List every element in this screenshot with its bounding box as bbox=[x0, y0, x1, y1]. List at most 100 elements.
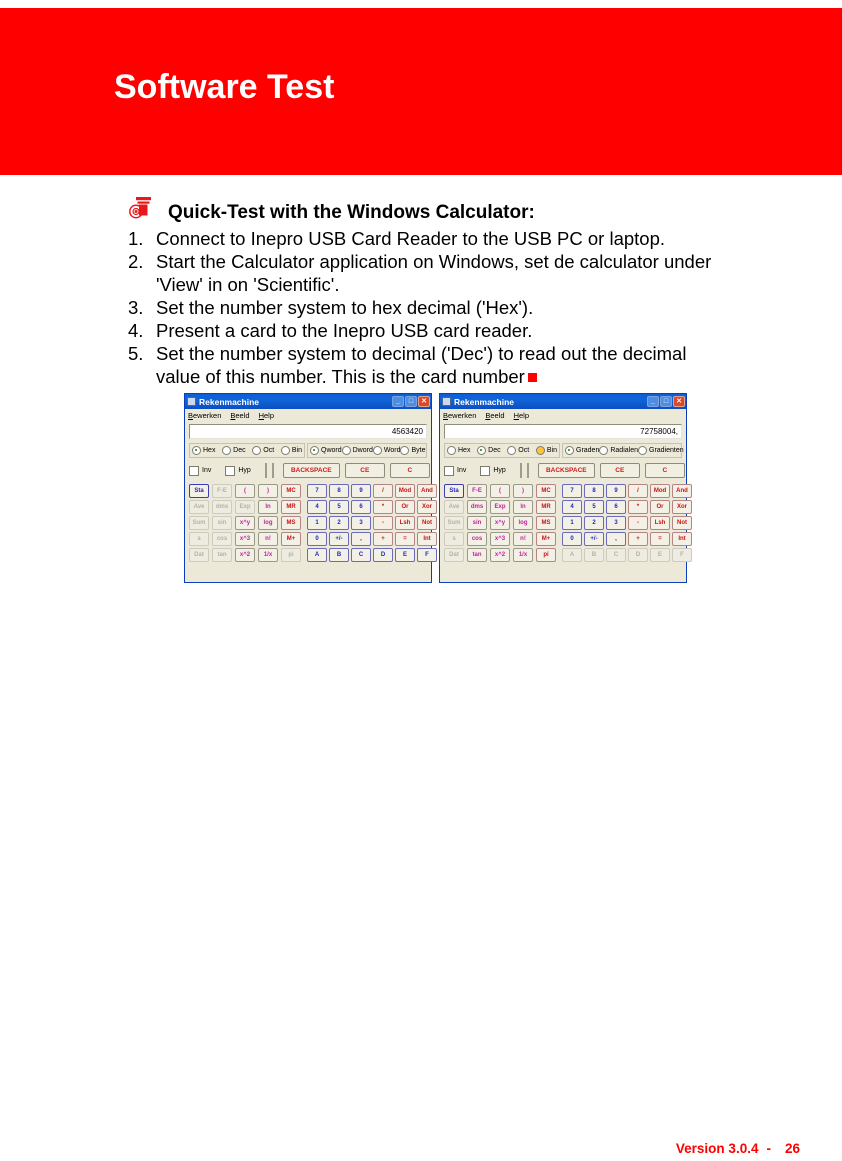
menu-item-beeld[interactable]: Beeld bbox=[485, 411, 504, 420]
calc-key-x-2[interactable]: x^2 bbox=[490, 548, 510, 562]
calc-key-int[interactable]: Int bbox=[417, 532, 437, 546]
calc-key-ms[interactable]: MS bbox=[281, 516, 301, 530]
calc-key-4[interactable]: 4 bbox=[562, 500, 582, 514]
radio-base-hex[interactable]: Hex bbox=[447, 446, 470, 455]
calc-key-[interactable]: , bbox=[351, 532, 371, 546]
calc-key-2[interactable]: 2 bbox=[329, 516, 349, 530]
calc-key-5[interactable]: 5 bbox=[329, 500, 349, 514]
minimize-button[interactable]: _ bbox=[647, 396, 659, 407]
calc-key-1[interactable]: 1 bbox=[562, 516, 582, 530]
calc-key-xor[interactable]: Xor bbox=[672, 500, 692, 514]
maximize-button[interactable]: □ bbox=[660, 396, 672, 407]
radio-base-dec[interactable]: Dec bbox=[222, 446, 246, 455]
c-button[interactable]: C bbox=[389, 463, 430, 478]
calc-key-f-e[interactable]: F-E bbox=[467, 484, 487, 498]
calc-key-mr[interactable]: MR bbox=[281, 500, 301, 514]
calc-key-m[interactable]: M+ bbox=[281, 532, 301, 546]
calc-key-pi[interactable]: pi bbox=[536, 548, 556, 562]
calc-key-mr[interactable]: MR bbox=[536, 500, 556, 514]
calc-key-lsh[interactable]: Lsh bbox=[395, 516, 415, 530]
calc-key-sta[interactable]: Sta bbox=[444, 484, 464, 498]
calc-key-3[interactable]: 3 bbox=[351, 516, 371, 530]
calc-key-and[interactable]: And bbox=[672, 484, 692, 498]
radio-mode-qword[interactable]: Qword bbox=[310, 446, 342, 455]
radio-base-hex[interactable]: Hex bbox=[192, 446, 215, 455]
radio-mode-dword[interactable]: Dword bbox=[341, 446, 373, 455]
menu-item-help[interactable]: Help bbox=[259, 411, 274, 420]
calc-key-1-x[interactable]: 1/x bbox=[513, 548, 533, 562]
calc-key-mod[interactable]: Mod bbox=[650, 484, 670, 498]
calc-key-7[interactable]: 7 bbox=[562, 484, 582, 498]
menu-item-beeld[interactable]: Beeld bbox=[230, 411, 249, 420]
calculator-titlebar[interactable]: Rekenmachine _ □ ✕ bbox=[440, 394, 686, 409]
calc-key-exp[interactable]: Exp bbox=[490, 500, 510, 514]
menu-item-bewerken[interactable]: Bewerken bbox=[443, 411, 476, 420]
calc-key-n[interactable]: n! bbox=[513, 532, 533, 546]
calc-key-xor[interactable]: Xor bbox=[417, 500, 437, 514]
radio-base-bin[interactable]: Bin bbox=[280, 446, 302, 455]
calc-key-mc[interactable]: MC bbox=[536, 484, 556, 498]
calc-key-[interactable]: +/- bbox=[329, 532, 349, 546]
calc-key-[interactable]: + bbox=[628, 532, 648, 546]
minimize-button[interactable]: _ bbox=[392, 396, 404, 407]
ce-button[interactable]: CE bbox=[344, 463, 385, 478]
calculator-window-hex[interactable]: Rekenmachine _ □ ✕ Bewerken Beeld Help 4563420 H… bbox=[184, 393, 437, 583]
calc-key-[interactable]: , bbox=[606, 532, 626, 546]
calc-key-ln[interactable]: ln bbox=[513, 500, 533, 514]
radio-base-bin[interactable]: Bin bbox=[535, 446, 557, 455]
calc-key-6[interactable]: 6 bbox=[606, 500, 626, 514]
calc-key-x-3[interactable]: x^3 bbox=[235, 532, 255, 546]
calculator-titlebar[interactable]: Rekenmachine _ □ ✕ bbox=[185, 394, 431, 409]
calc-key-5[interactable]: 5 bbox=[584, 500, 604, 514]
calc-key-f[interactable]: F bbox=[417, 548, 437, 562]
calc-key-0[interactable]: 0 bbox=[307, 532, 327, 546]
maximize-button[interactable]: □ bbox=[405, 396, 417, 407]
c-button[interactable]: C bbox=[644, 463, 685, 478]
menu-item-help[interactable]: Help bbox=[514, 411, 529, 420]
calc-key-[interactable]: ) bbox=[258, 484, 278, 498]
calc-key-int[interactable]: Int bbox=[672, 532, 692, 546]
calc-key-b[interactable]: B bbox=[329, 548, 349, 562]
radio-base-dec[interactable]: Dec bbox=[477, 446, 501, 455]
calc-key-[interactable]: / bbox=[628, 484, 648, 498]
calc-key-0[interactable]: 0 bbox=[562, 532, 582, 546]
calc-key-[interactable]: = bbox=[650, 532, 670, 546]
calc-key-4[interactable]: 4 bbox=[307, 500, 327, 514]
calc-key-[interactable]: ( bbox=[490, 484, 510, 498]
calc-key-mod[interactable]: Mod bbox=[395, 484, 415, 498]
calc-key-x-3[interactable]: x^3 bbox=[490, 532, 510, 546]
calc-key-tan[interactable]: tan bbox=[467, 548, 487, 562]
calc-key-cos[interactable]: cos bbox=[467, 532, 487, 546]
calc-key-x-y[interactable]: x^y bbox=[235, 516, 255, 530]
calc-key-9[interactable]: 9 bbox=[351, 484, 371, 498]
backspace-button[interactable]: BACKSPACE bbox=[282, 463, 340, 478]
calc-key-[interactable]: +/- bbox=[584, 532, 604, 546]
calc-key-mc[interactable]: MC bbox=[281, 484, 301, 498]
calc-key-[interactable]: ) bbox=[513, 484, 533, 498]
calc-key-d[interactable]: D bbox=[373, 548, 393, 562]
calc-key-6[interactable]: 6 bbox=[351, 500, 371, 514]
radio-mode-gradienten[interactable]: Gradienten bbox=[638, 446, 684, 455]
calc-key-sta[interactable]: Sta bbox=[189, 484, 209, 498]
calculator-window-dec[interactable]: Rekenmachine _ □ ✕ Bewerken Beeld Help 72758004… bbox=[439, 393, 692, 583]
calc-key-[interactable]: = bbox=[395, 532, 415, 546]
radio-mode-word[interactable]: Word bbox=[372, 446, 400, 455]
calc-key-sin[interactable]: sin bbox=[467, 516, 487, 530]
calc-key-[interactable]: ( bbox=[235, 484, 255, 498]
checkbox-hyp[interactable]: Hyp bbox=[225, 465, 251, 476]
calc-key-log[interactable]: log bbox=[513, 516, 533, 530]
calc-key-n[interactable]: n! bbox=[258, 532, 278, 546]
radio-base-oct[interactable]: Oct bbox=[507, 446, 529, 455]
calc-key-m[interactable]: M+ bbox=[536, 532, 556, 546]
calc-key-x-2[interactable]: x^2 bbox=[235, 548, 255, 562]
calc-key-8[interactable]: 8 bbox=[329, 484, 349, 498]
checkbox-hyp[interactable]: Hyp bbox=[480, 465, 506, 476]
calc-key-1-x[interactable]: 1/x bbox=[258, 548, 278, 562]
calc-key-[interactable]: / bbox=[373, 484, 393, 498]
calc-key-3[interactable]: 3 bbox=[606, 516, 626, 530]
calc-key-lsh[interactable]: Lsh bbox=[650, 516, 670, 530]
calc-key-[interactable]: * bbox=[628, 500, 648, 514]
calc-key-ln[interactable]: ln bbox=[258, 500, 278, 514]
calc-key-[interactable]: - bbox=[628, 516, 648, 530]
calc-key-and[interactable]: And bbox=[417, 484, 437, 498]
